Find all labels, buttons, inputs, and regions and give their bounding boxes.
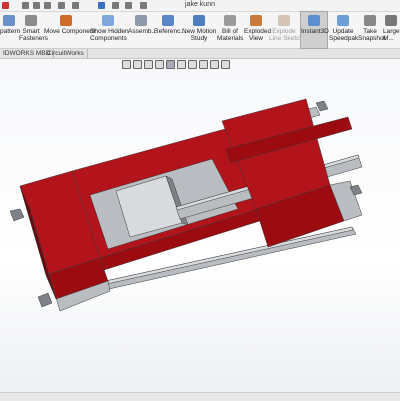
exploded-view-button[interactable]: Exploded View (244, 12, 271, 48)
reference-geometry-icon (161, 15, 174, 26)
nut-bottom-left (37, 292, 53, 308)
motion-study-icon (193, 15, 205, 26)
command-tabs: IDWORKS MBD CircuitWorks (0, 49, 400, 59)
speedpak-icon (337, 15, 349, 26)
tab-circuitworks[interactable]: CircuitWorks (44, 49, 88, 58)
smart-fasteners-icon (25, 15, 37, 26)
large-assembly-icon (385, 15, 397, 26)
snapshot-icon (364, 15, 376, 26)
title-bar: jake kunn (0, 0, 400, 12)
reference-geometry-button[interactable]: Referenc... (154, 12, 186, 48)
bill-of-materials-button[interactable]: Bill of Materials (217, 12, 243, 48)
nut-top-left (9, 208, 25, 222)
smart-fasteners-button[interactable]: Smart Fasteners (19, 12, 48, 48)
explode-line-sketch-icon (278, 15, 290, 26)
bom-icon (224, 15, 236, 26)
instant3d-icon (308, 15, 320, 26)
instant3d-button[interactable]: Instant3D (300, 11, 329, 49)
take-snapshot-button[interactable]: Take Snapshot (358, 12, 385, 48)
assembly-features-icon (134, 15, 147, 26)
pattern-icon (3, 15, 15, 26)
command-manager-ribbon: pattern Smart Fasteners Move Component S… (0, 11, 400, 49)
explode-line-sketch-button[interactable]: Explode Line Sketch (269, 12, 303, 48)
nut-top-right (315, 100, 329, 112)
move-component-icon (60, 15, 72, 26)
pattern-button[interactable]: pattern (0, 12, 20, 48)
window-title: jake kunn (185, 1, 215, 8)
exploded-view-icon (250, 15, 262, 26)
assembly-features-button[interactable]: Assemb... (128, 12, 157, 48)
assembly-model[interactable] (0, 59, 400, 392)
new-motion-study-button[interactable]: New Motion Study (182, 12, 216, 48)
show-hidden-icon (102, 15, 114, 26)
large-assembly-button[interactable]: Large M... (383, 12, 400, 48)
move-component-button[interactable]: Move Component (44, 12, 95, 48)
update-speedpak-button[interactable]: Update Speedpak (329, 12, 358, 48)
show-hidden-components-button[interactable]: Show Hidden Components (90, 12, 129, 48)
graphics-area[interactable] (0, 59, 400, 392)
